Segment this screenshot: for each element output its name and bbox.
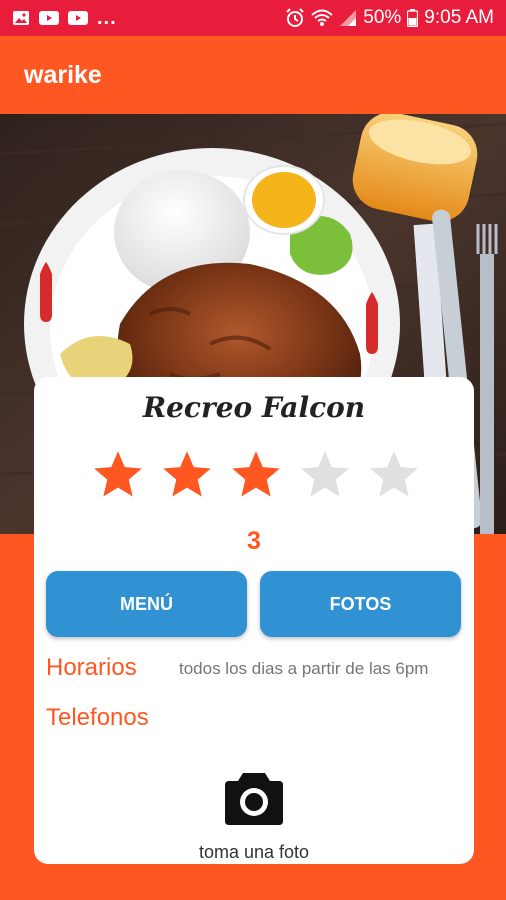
status-left-icons: ... <box>12 7 117 30</box>
youtube-icon <box>68 11 88 25</box>
horarios-value: todos los dias a partir de las 6pm <box>179 659 429 678</box>
youtube-icon <box>39 11 59 25</box>
wifi-icon <box>311 9 333 26</box>
rating-bar[interactable] <box>90 447 422 503</box>
star-icon[interactable] <box>228 447 284 503</box>
horarios-label: Horarios <box>46 654 137 681</box>
status-right-icons: 50% 9:05 AM <box>285 7 494 29</box>
alarm-icon <box>286 8 304 27</box>
camera-label: toma una foto <box>198 842 310 862</box>
fotos-button[interactable]: FOTOS <box>260 571 461 637</box>
image-icon <box>13 11 29 25</box>
rating-value: 3 <box>247 527 261 555</box>
star-icon[interactable] <box>159 447 215 503</box>
status-bar: ... 50% 9:05 AM <box>0 0 506 36</box>
telefonos-label: Telefonos <box>46 704 149 731</box>
menu-button[interactable]: MENÚ <box>46 571 247 637</box>
notification-overflow: ... <box>97 6 117 29</box>
star-icon[interactable] <box>366 447 422 503</box>
star-icon[interactable] <box>90 447 146 503</box>
clock: 9:05 AM <box>424 7 494 28</box>
signal-icon <box>340 10 357 26</box>
camera-icon[interactable] <box>223 769 285 827</box>
restaurant-card: Recreo Falcon 3 MENÚ FOTOS Horarios todo… <box>34 377 474 864</box>
battery-icon <box>407 9 419 27</box>
battery-percent: 50% <box>363 7 402 28</box>
star-icon[interactable] <box>297 447 353 503</box>
app-bar: warike <box>0 36 506 114</box>
restaurant-name: Recreo Falcon <box>142 391 366 424</box>
app-title: warike <box>24 60 102 89</box>
